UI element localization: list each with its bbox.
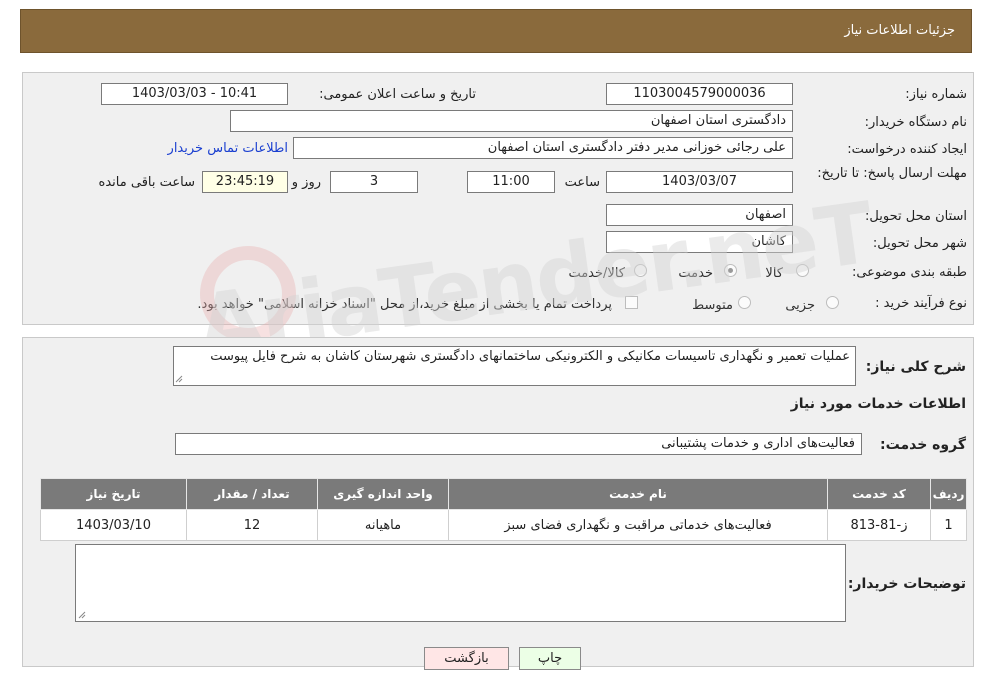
resize-grip-icon[interactable] (175, 375, 183, 383)
cell-service-name: فعالیت‌های خدماتی مراقبت و نگهداری فضای … (448, 509, 828, 541)
city-field: کاشان (606, 231, 793, 253)
announce-date-field: 1403/03/03 - 10:41 (101, 83, 288, 105)
cell-need-date: 1403/03/10 (40, 509, 187, 541)
print-button[interactable]: چاپ (519, 647, 581, 670)
category-option-service-label: خدمت (678, 266, 713, 281)
services-table-wrapper: ردیف کد خدمت نام خدمت واحد اندازه گیری ت… (40, 478, 967, 541)
col-header-service-name: نام خدمت (448, 478, 828, 510)
description-label: شرح کلی نیاز: (865, 359, 966, 375)
remaining-time-field: 23:45:19 (202, 171, 288, 193)
deadline-label-text: مهلت ارسال پاسخ: تا تاریخ: (817, 166, 967, 181)
services-table: ردیف کد خدمت نام خدمت واحد اندازه گیری ت… (40, 478, 967, 541)
page-title: جزئیات اطلاعات نیاز (844, 23, 955, 38)
services-section-title: اطلاعات خدمات مورد نیاز (790, 396, 966, 412)
days-field: 3 (330, 171, 418, 193)
service-group-label: گروه خدمت: (880, 437, 966, 453)
deadline-time-field: 11:00 (467, 171, 555, 193)
buyer-org-field: دادگستری استان اصفهان (230, 110, 793, 132)
need-number-label: شماره نیاز: (905, 87, 967, 102)
remaining-time-label: ساعت باقی مانده (98, 175, 195, 190)
city-label: شهر محل تحویل: (872, 236, 967, 251)
treasury-payment-note: پرداخت تمام یا بخشی از مبلغ خرید،از محل … (197, 297, 612, 312)
notes-resize-grip-icon[interactable] (78, 611, 86, 619)
purchase-option-medium-label: متوسط (692, 298, 733, 313)
description-text: عملیات تعمیر و نگهداری تاسیسات مکانیکی و… (210, 349, 850, 364)
treasury-payment-checkbox[interactable] (625, 296, 638, 309)
category-option-both-radio[interactable] (634, 264, 647, 277)
days-label: روز و (291, 175, 321, 190)
col-header-service-code: کد خدمت (827, 478, 931, 510)
announce-date-label: تاریخ و ساعت اعلان عمومی: (319, 87, 476, 102)
buyer-contact-link[interactable]: اطلاعات تماس خریدار (168, 141, 288, 156)
deadline-label: مهلت ارسال پاسخ: تا تاریخ: (817, 165, 967, 183)
need-number-field: 1103004579000036 (606, 83, 793, 105)
cell-quantity: 12 (186, 509, 318, 541)
cell-row-number: 1 (930, 509, 967, 541)
table-header-row: ردیف کد خدمت نام خدمت واحد اندازه گیری ت… (40, 478, 967, 510)
col-header-need-date: تاریخ نیاز (40, 478, 187, 510)
purchase-option-minor-radio[interactable] (826, 296, 839, 309)
back-button[interactable]: بازگشت (424, 647, 509, 670)
creator-field: علی رجائی خوزانی مدیر دفتر دادگستری استا… (293, 137, 793, 159)
page-header: جزئیات اطلاعات نیاز (20, 9, 972, 53)
buyer-notes-field[interactable] (75, 544, 846, 622)
deadline-date-field: 1403/03/07 (606, 171, 793, 193)
service-group-field: فعالیت‌های اداری و خدمات پشتیبانی (175, 433, 862, 455)
col-header-unit: واحد اندازه گیری (317, 478, 449, 510)
buyer-notes-label: توضیحات خریدار: (847, 576, 966, 592)
buyer-org-label: نام دستگاه خریدار: (864, 115, 967, 130)
deadline-time-label: ساعت (564, 175, 600, 190)
category-option-goods-label: کالا (765, 266, 783, 281)
category-option-both-label: کالا/خدمت (568, 266, 625, 281)
table-row: 1 ز-81-813 فعالیت‌های خدماتی مراقبت و نگ… (40, 509, 967, 541)
province-field: اصفهان (606, 204, 793, 226)
category-option-goods-radio[interactable] (796, 264, 809, 277)
cell-service-code: ز-81-813 (827, 509, 931, 541)
purchase-option-minor-label: جزیی (785, 298, 815, 313)
cell-unit: ماهیانه (317, 509, 449, 541)
category-option-service-radio[interactable] (724, 264, 737, 277)
province-label: استان محل تحویل: (865, 209, 967, 224)
description-field: عملیات تعمیر و نگهداری تاسیسات مکانیکی و… (173, 346, 856, 386)
col-header-quantity: تعداد / مقدار (186, 478, 318, 510)
purchase-type-label: نوع فرآیند خرید : (875, 296, 967, 311)
purchase-option-medium-radio[interactable] (738, 296, 751, 309)
col-header-row-number: ردیف (930, 478, 967, 510)
category-label: طبقه بندی موضوعی: (851, 265, 967, 280)
creator-label: ایجاد کننده درخواست: (847, 142, 967, 157)
